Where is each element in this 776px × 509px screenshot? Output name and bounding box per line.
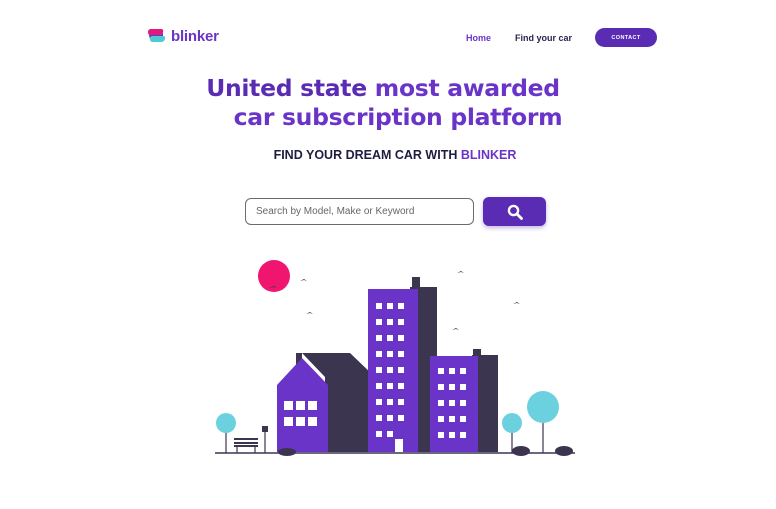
hero-title: United state most awarded car subscripti… <box>0 74 776 132</box>
city-illustration <box>215 260 575 456</box>
search-input[interactable]: Search by Model, Make or Keyword <box>245 198 474 225</box>
hero-title-line2: car subscription platform <box>233 103 563 131</box>
logo[interactable]: blinker <box>147 27 219 45</box>
hero-title-highlight: United state <box>206 74 367 102</box>
subtitle-prefix: FIND YOUR DREAM CAR WITH <box>273 148 461 162</box>
logo-text: blinker <box>171 27 219 45</box>
right-building <box>430 349 498 452</box>
search-icon <box>507 204 523 220</box>
main-nav: Home Find your car CONTACT <box>466 28 658 47</box>
park-left <box>216 413 268 453</box>
nav-find-car-link[interactable]: Find your car <box>515 33 572 43</box>
hero-subtitle: FIND YOUR DREAM CAR WITH BLINKER <box>0 148 776 162</box>
nav-home-link[interactable]: Home <box>466 33 491 43</box>
sun-icon <box>258 260 290 292</box>
search-button[interactable] <box>483 197 546 226</box>
contact-button[interactable]: CONTACT <box>595 28 658 47</box>
hero-title-rest: most awarded <box>366 74 560 102</box>
tower-building <box>368 277 437 452</box>
subtitle-brand: BLINKER <box>460 148 517 162</box>
logo-mark-icon <box>147 27 167 45</box>
hero-title-line1: United state most awarded <box>0 74 776 103</box>
house-building <box>277 353 375 452</box>
